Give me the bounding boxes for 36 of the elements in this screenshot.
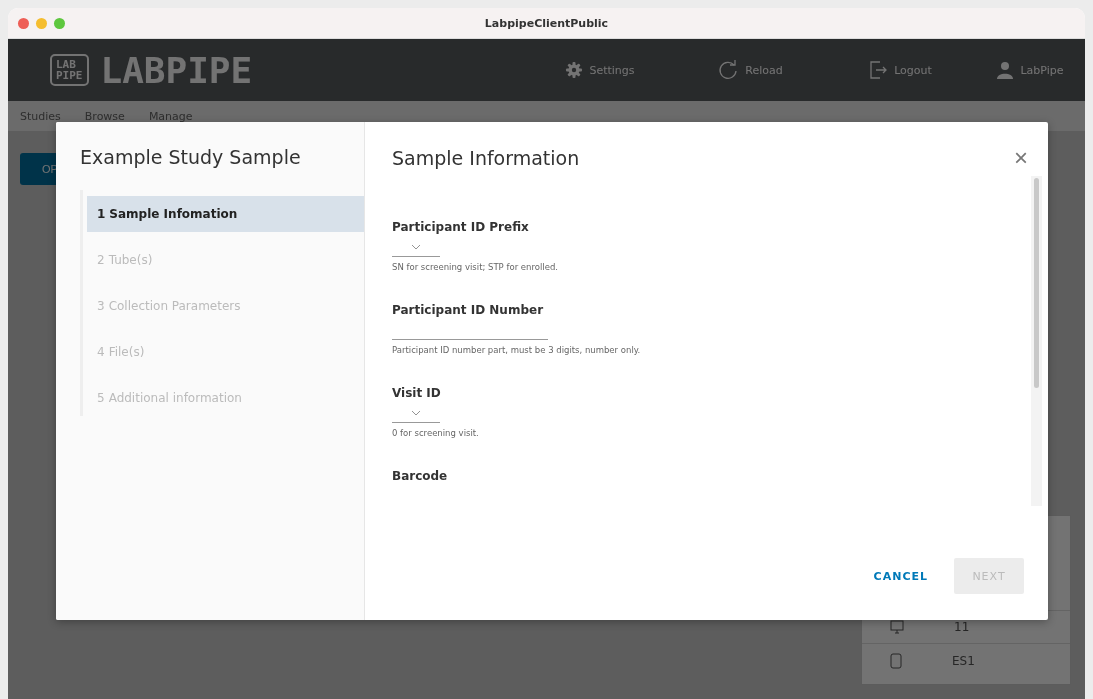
tablet-icon xyxy=(890,653,902,669)
chevron-down-icon xyxy=(411,244,421,250)
header-action[interactable]: Logout xyxy=(825,60,975,80)
logo-text: LABPIPE xyxy=(100,49,253,91)
helper-text: Participant ID number part, must be 3 digits, number only. xyxy=(392,345,641,355)
helper-text: 0 for screening visit. xyxy=(392,428,479,438)
window-title: LabpipeClientPublic xyxy=(484,16,609,30)
helper-text: SN for screening visit; STP for enrolled. xyxy=(392,262,558,272)
logo-mark: LAB PIPE xyxy=(50,54,89,86)
reload-icon xyxy=(717,60,740,80)
gear-icon xyxy=(565,61,584,79)
device-name: 11 xyxy=(954,620,970,634)
field-label: Barcode xyxy=(392,469,448,483)
header-action[interactable]: Settings xyxy=(525,60,675,80)
section-heading: Sample Information xyxy=(392,147,580,169)
nav-tab[interactable]: Studies xyxy=(20,109,61,123)
chevron-down-icon xyxy=(411,410,421,416)
field-label: Participant ID Prefix xyxy=(392,220,529,234)
close-window-button[interactable] xyxy=(18,17,29,29)
user-icon xyxy=(996,61,1015,79)
monitor-icon xyxy=(890,620,904,634)
scrollbar[interactable] xyxy=(1031,176,1042,506)
close-button[interactable]: × xyxy=(1010,146,1032,170)
wizard-step[interactable]: 1 Sample Infomation xyxy=(87,196,364,232)
device-name: ES1 xyxy=(952,654,975,668)
field-label: Participant ID Number xyxy=(392,303,544,317)
dialog-title: Example Study Sample xyxy=(80,146,302,168)
field-label: Visit ID xyxy=(392,386,441,400)
logout-icon xyxy=(868,60,889,80)
cancel-button[interactable]: CANCEL xyxy=(867,568,934,584)
nav-tab[interactable]: Manage xyxy=(148,109,193,123)
header-action[interactable]: LabPipe xyxy=(975,60,1085,80)
zoom-window-button[interactable] xyxy=(54,17,65,29)
nav-tab[interactable]: Browse xyxy=(84,109,125,123)
header-action[interactable]: Reload xyxy=(675,60,825,80)
minimize-window-button[interactable] xyxy=(36,17,47,29)
